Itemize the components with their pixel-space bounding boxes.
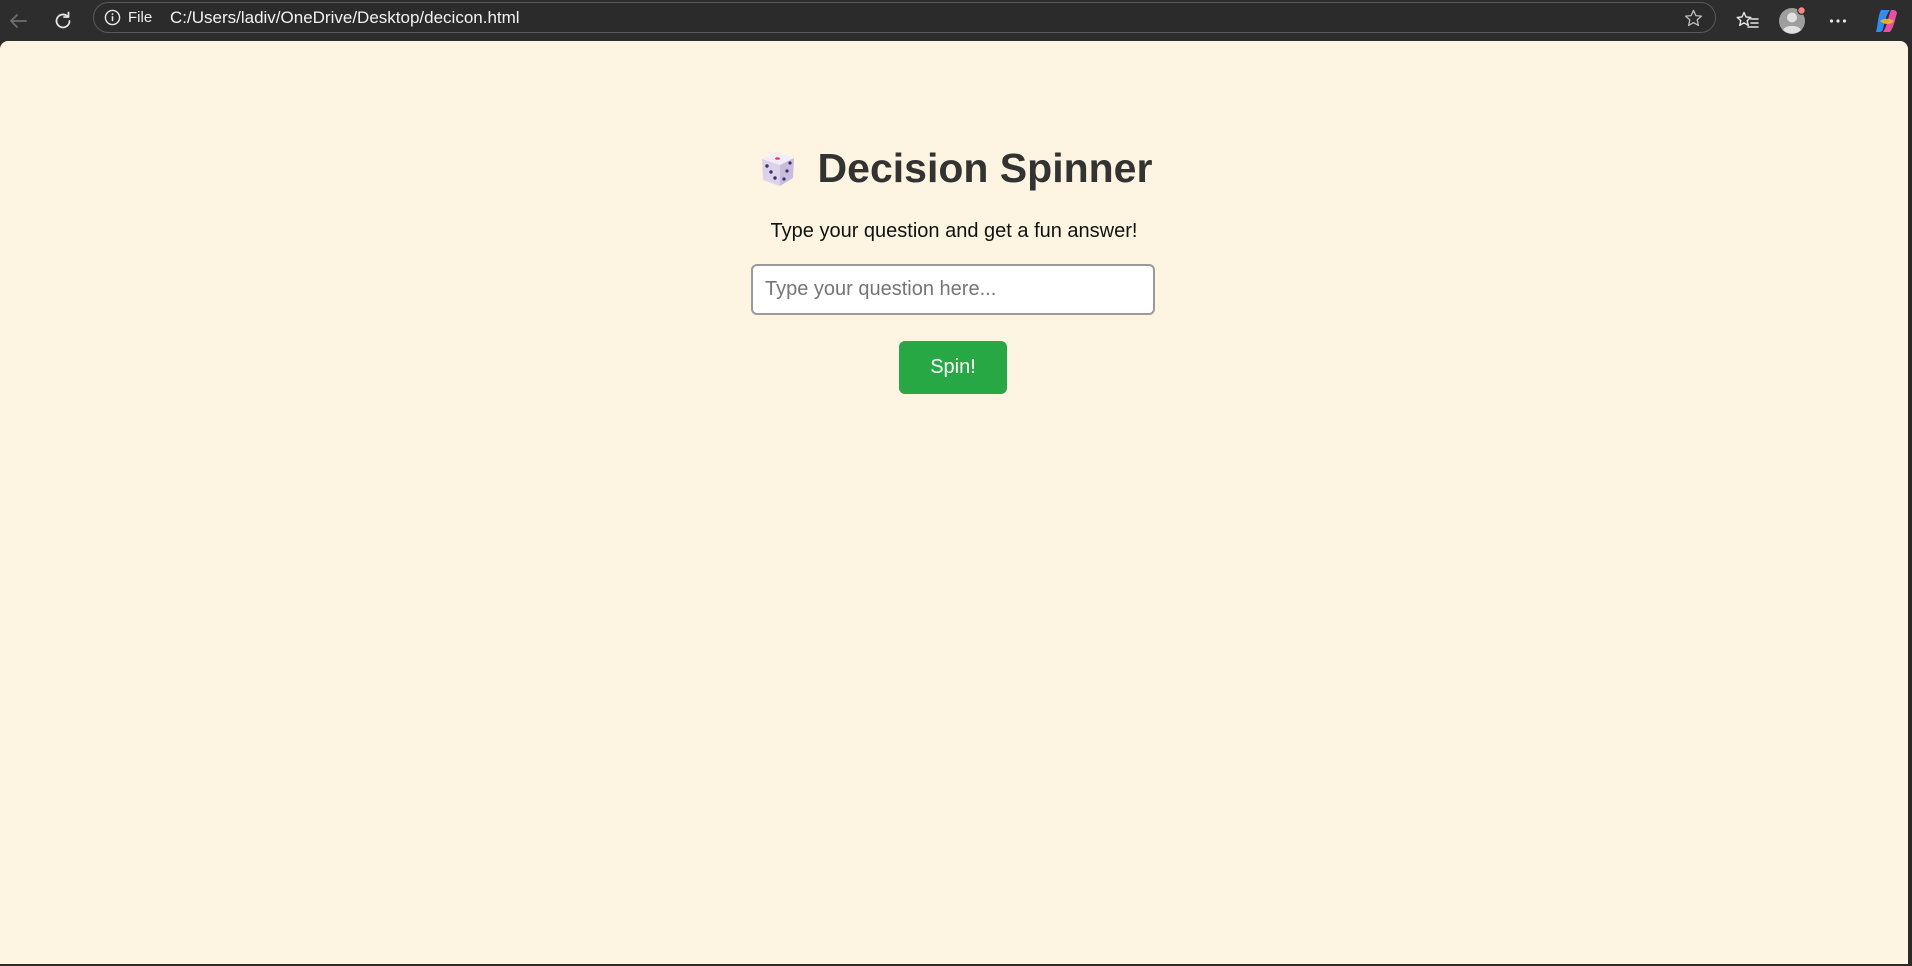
copilot-icon xyxy=(1876,10,1897,32)
page-title: Decision Spinner xyxy=(0,145,1908,192)
add-favorite-button[interactable] xyxy=(1679,4,1707,32)
address-bar[interactable]: File C:/Users/ladiv/OneDrive/Desktop/dec… xyxy=(93,2,1716,33)
refresh-icon xyxy=(55,11,71,29)
browser-toolbar: File C:/Users/ladiv/OneDrive/Desktop/dec… xyxy=(0,0,1912,41)
page-subtitle: Type your question and get a fun answer! xyxy=(770,220,1138,242)
more-options-button[interactable] xyxy=(1821,4,1855,38)
favorites-list-icon xyxy=(1736,11,1759,28)
question-input[interactable] xyxy=(751,264,1155,315)
spin-button[interactable]: Spin! xyxy=(899,341,1007,394)
page-title-text: Decision Spinner xyxy=(817,145,1153,191)
site-info-button[interactable]: File xyxy=(104,3,152,32)
back-button[interactable] xyxy=(1,4,35,38)
favorites-button[interactable] xyxy=(1731,4,1765,38)
page-viewport: Decision Spinner Type your question and … xyxy=(0,41,1908,964)
more-options-icon xyxy=(1829,19,1847,23)
profile-avatar-icon xyxy=(1779,6,1806,34)
star-icon xyxy=(1684,9,1702,26)
dice-icon xyxy=(761,151,794,186)
copilot-button[interactable] xyxy=(1869,4,1903,38)
url-text[interactable]: C:/Users/ladiv/OneDrive/Desktop/decicon.… xyxy=(170,3,520,32)
refresh-button[interactable] xyxy=(46,4,80,38)
info-icon xyxy=(104,9,121,26)
back-arrow-icon xyxy=(10,14,27,28)
site-info-label: File xyxy=(128,9,153,26)
profile-button[interactable] xyxy=(1775,4,1809,38)
